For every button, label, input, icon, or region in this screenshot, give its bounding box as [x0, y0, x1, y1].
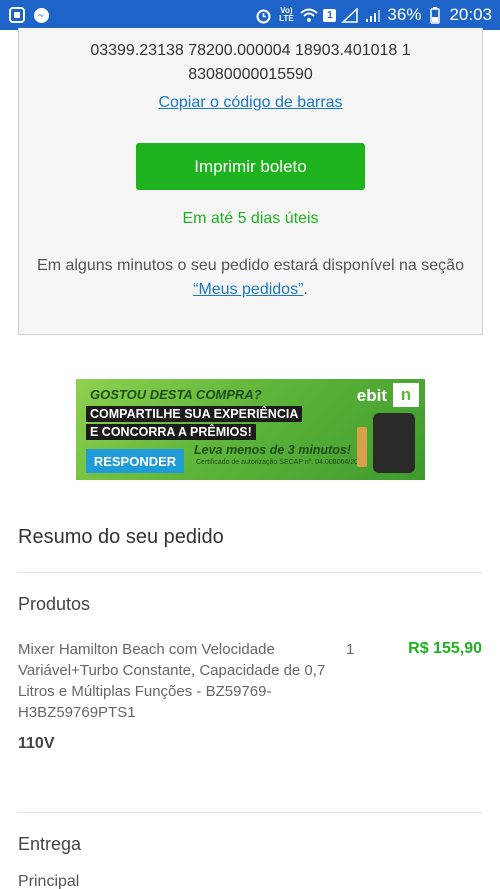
notification-count-badge: 1 [323, 8, 337, 22]
delivery-section-title: Entrega [18, 834, 82, 854]
order-info-period: . [303, 281, 308, 298]
products-section-title: Produtos [18, 594, 91, 614]
print-boleto-button[interactable]: Imprimir boleto [136, 143, 365, 190]
product-price: R$ 155,90 [408, 640, 482, 657]
divider [18, 812, 482, 813]
volte-indicator: Vo) LTE [279, 6, 294, 23]
banner-leva-text: Leva menos de 3 minutos! [194, 443, 351, 457]
banner-headline: GOSTOU DESTA COMPRA? [90, 387, 262, 402]
clock: 20:03 [449, 5, 492, 24]
banner-line-2: E CONCORRA A PRÊMIOS! [86, 424, 256, 440]
payment-deadline-note: Em até 5 dias úteis [182, 210, 319, 227]
product-name: Mixer Hamilton Beach com Velocidade Vari… [18, 641, 326, 721]
order-info-text: Em alguns minutos o seu pedido estará di… [19, 254, 482, 302]
product-voltage: 110V [18, 735, 55, 752]
boleto-card: 03399.23138 78200.000004 18903.401018 1 … [18, 28, 483, 335]
barcode-line-1: 03399.23138 78200.000004 18903.401018 1 [90, 42, 411, 59]
divider [18, 572, 482, 573]
battery-icon [426, 6, 444, 24]
banner-respond-button[interactable]: RESPONDER [86, 449, 184, 473]
banner-product-image [373, 413, 415, 473]
product-quantity: 1 [346, 641, 355, 658]
ebit-logo: ebit [356, 386, 387, 405]
banner-cup-image [357, 427, 367, 467]
barcode-number: 03399.23138 78200.000004 18903.401018 1 … [19, 39, 482, 87]
delivery-type: Principal [18, 873, 80, 889]
nielsen-logo: n [393, 383, 419, 407]
copy-barcode-link[interactable]: Copiar o código de barras [19, 94, 482, 112]
banner-certificate-text: Certificado de autorização SECAP nº. 04.… [196, 459, 366, 466]
order-summary-title: Resumo do seu pedido [18, 526, 224, 548]
signal-icon [341, 6, 359, 24]
barcode-line-2: 83080000015590 [188, 66, 313, 83]
messenger-icon [32, 6, 50, 24]
status-bar: Vo) LTE 1 36% 20:03 [0, 0, 500, 30]
signal-bars-icon [364, 6, 382, 24]
ebit-survey-banner[interactable]: GOSTOU DESTA COMPRA? COMPARTILHE SUA EXP… [76, 379, 425, 480]
order-info-message: Em alguns minutos o seu pedido estará di… [37, 257, 464, 274]
wifi-icon [300, 6, 319, 24]
battery-percent: 36% [387, 5, 422, 24]
meus-pedidos-link[interactable]: “Meus pedidos” [193, 281, 303, 298]
gallery-icon [8, 6, 26, 24]
alarm-icon [254, 6, 272, 24]
banner-line-1: COMPARTILHE SUA EXPERIÊNCIA [86, 406, 303, 422]
